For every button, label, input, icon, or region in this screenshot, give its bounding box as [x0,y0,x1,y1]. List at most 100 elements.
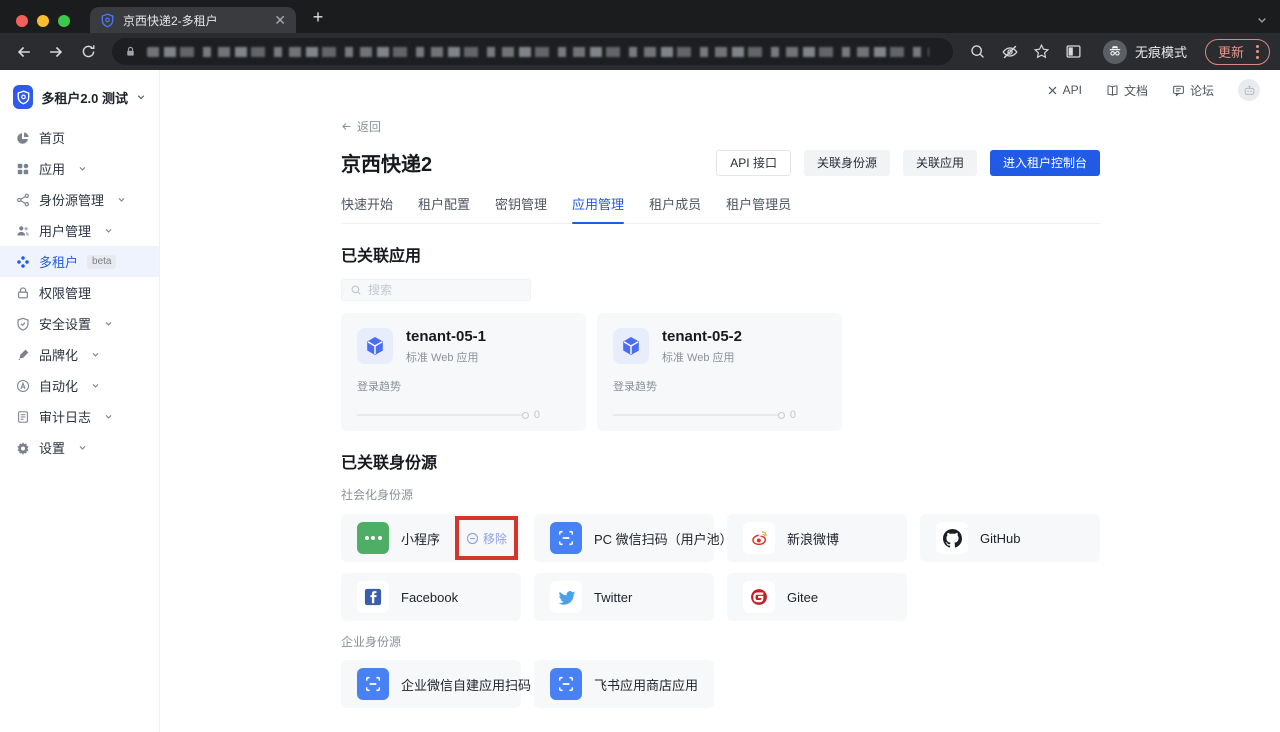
app-card[interactable]: tenant-05-1标准 Web 应用登录趋势 0 [341,313,586,431]
lock-icon [15,286,30,300]
window-zoom-button[interactable] [58,15,70,27]
topbar-link-api[interactable]: API [1047,82,1082,99]
eye-off-icon[interactable] [995,38,1025,66]
app-card-head: tenant-05-2标准 Web 应用 [613,328,826,365]
workspace-switcher[interactable]: 多租户2.0 测试 [0,85,159,109]
link-idp-button[interactable]: 关联身份源 [804,150,890,176]
sidebar-item-settings[interactable]: 设置 [0,432,159,463]
idp-name: 飞书应用商店应用 [594,675,698,694]
update-label: 更新 [1218,42,1244,61]
window-close-button[interactable] [16,15,28,27]
chevron-down-icon [88,381,103,390]
login-trend-label: 登录趋势 [357,378,570,394]
sidebar-item-users[interactable]: 用户管理 [0,215,159,246]
remove-label: 移除 [483,530,507,547]
sidebar-item-tenants[interactable]: 多租户beta [0,246,159,277]
page-actions: API 接口关联身份源关联应用进入租户控制台 [716,150,1100,176]
tab-快速开始[interactable]: 快速开始 [341,194,393,223]
back-icon[interactable] [10,38,38,66]
sidebar-item-audit[interactable]: 审计日志 [0,401,159,432]
chevron-down-icon [75,164,90,173]
chevron-down-icon [75,443,90,452]
idp-card[interactable]: Twitter [534,573,714,621]
chevron-down-icon [101,412,116,421]
address-bar[interactable] [112,38,953,65]
bookmark-star-icon[interactable] [1027,38,1057,66]
chevron-down-icon [88,350,103,359]
window-minimize-button[interactable] [37,15,49,27]
browser-tab[interactable]: 京西快递2-多租户 ✕ [90,7,296,33]
login-trend-label: 登录趋势 [613,378,826,394]
sidebar-item-permissions[interactable]: 权限管理 [0,277,159,308]
page-title: 京西快递2 [341,148,432,177]
tab-密钥管理[interactable]: 密钥管理 [495,194,547,223]
tab-search-chevron-icon[interactable] [1256,14,1268,26]
enterprise-idp-grid: 企业微信自建应用扫码 飞书应用商店应用 [341,660,1100,708]
app-card-text: tenant-05-2标准 Web 应用 [662,328,742,365]
app-search-input[interactable] [368,283,522,297]
new-tab-button[interactable]: + [305,4,331,30]
idp-card[interactable]: Facebook [341,573,521,621]
link-app-button[interactable]: 关联应用 [903,150,977,176]
sidebar-item-automation[interactable]: 自动化 [0,370,159,401]
app-card[interactable]: tenant-05-2标准 Web 应用登录趋势0 [597,313,842,431]
app-search[interactable] [341,279,531,301]
enterprise-idp-label: 企业身份源 [341,633,1100,650]
linked-apps: tenant-05-1标准 Web 应用登录趋势 0 tenant-05-2标准 W… [341,313,1100,431]
sidebar-item-branding[interactable]: 品牌化 [0,339,159,370]
chrome-menu-icon[interactable] [1252,45,1263,59]
scan-icon [550,668,582,700]
browser-toolbar: 无痕模式 更新 [0,33,1280,70]
sidebar-item-apps[interactable]: 应用 [0,153,159,184]
log-icon [15,410,30,424]
tab-租户成员[interactable]: 租户成员 [649,194,701,223]
tab-租户管理员[interactable]: 租户管理员 [726,194,791,223]
workspace-name: 多租户2.0 测试 [41,88,128,107]
search-icon[interactable] [963,38,993,66]
chrome-update-button[interactable]: 更新 [1205,39,1270,65]
chevron-down-icon [114,195,129,204]
back-link[interactable]: 返回 [341,118,381,135]
enter-console-button[interactable]: 进入租户控制台 [990,150,1100,176]
remove-idp-button[interactable]: 移除 [466,530,507,547]
sidebar-item-label: 设置 [39,438,65,457]
tab-租户配置[interactable]: 租户配置 [418,194,470,223]
sidebar-item-security[interactable]: 安全设置 [0,308,159,339]
app-cube-icon [357,328,393,364]
tab-close-icon[interactable]: ✕ [274,13,286,27]
sidebar-item-idp[interactable]: 身份源管理 [0,184,159,215]
social-idp-grid: 小程序移除 PC 微信扫码（用户池） 新浪微博 GitHub Facebook Twitt… [341,514,1100,621]
sidebar-item-label: 安全设置 [39,314,91,333]
login-trend-sparkline: 0 [357,409,570,421]
tab-应用管理[interactable]: 应用管理 [572,194,624,223]
auto-icon [15,379,30,393]
social-idp-label: 社会化身份源 [341,486,1100,503]
sparkline-value: 0 [534,409,540,421]
idp-card[interactable]: 企业微信自建应用扫码 [341,660,521,708]
shield-favicon-icon [100,13,115,28]
minus-circle-icon [466,532,479,545]
idp-card[interactable]: Gitee [727,573,907,621]
sidebar-item-label: 首页 [39,128,65,147]
idp-card[interactable]: PC 微信扫码（用户池） [534,514,714,562]
reload-icon[interactable] [74,38,102,66]
app-card-text: tenant-05-1标准 Web 应用 [406,328,486,365]
topbar-link-forum[interactable]: 论坛 [1172,82,1214,99]
api-icon [1047,85,1058,96]
topbar-link-docs[interactable]: 文档 [1106,82,1148,99]
idp-name: Facebook [401,590,458,605]
scan-icon [357,668,389,700]
arrow-left-icon [341,121,352,132]
tab-title: 京西快递2-多租户 [123,12,266,29]
idp-card[interactable]: 小程序移除 [341,514,521,562]
api-endpoint-button[interactable]: API 接口 [716,150,791,176]
side-panel-icon[interactable] [1059,38,1089,66]
idp-card[interactable]: 飞书应用商店应用 [534,660,714,708]
app-cube-icon [613,328,649,364]
idp-card[interactable]: GitHub [920,514,1100,562]
user-avatar[interactable] [1238,79,1260,101]
sidebar-item-label: 多租户 [39,252,78,271]
forward-icon[interactable] [42,38,70,66]
idp-card[interactable]: 新浪微博 [727,514,907,562]
sidebar-item-home[interactable]: 首页 [0,122,159,153]
